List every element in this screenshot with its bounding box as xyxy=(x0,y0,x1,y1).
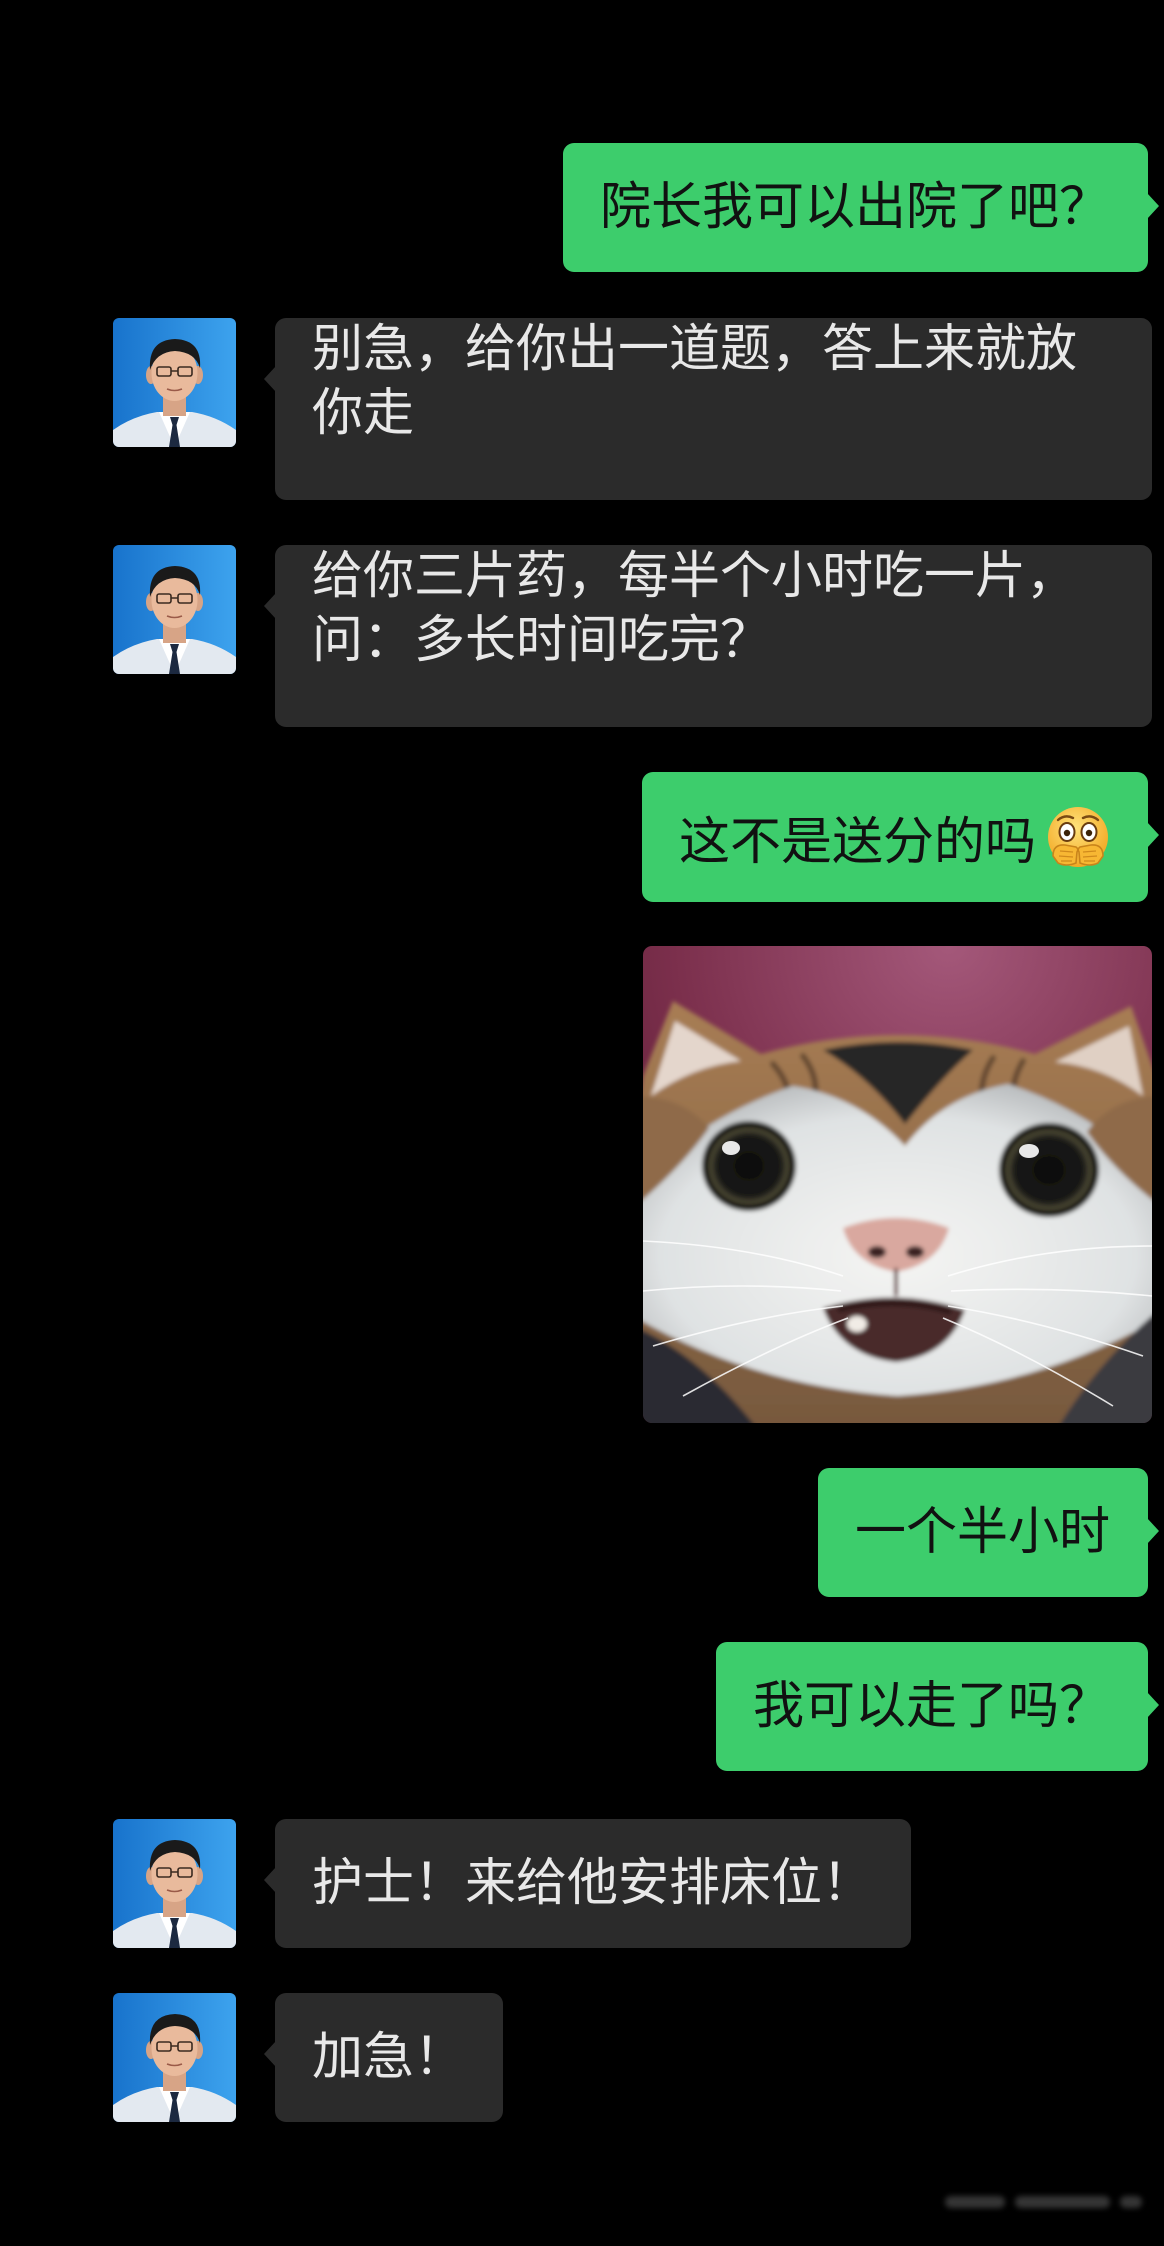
message-text-line: 问：多长时间吃完？ xyxy=(312,611,772,670)
watermark-mark xyxy=(945,2196,1005,2208)
contact-avatar[interactable] xyxy=(113,1819,236,1948)
contact-avatar-icon xyxy=(113,318,236,447)
watermark-mark xyxy=(1015,2196,1110,2208)
message-text-line: 你走 xyxy=(312,384,415,443)
watermark xyxy=(945,2188,1145,2216)
watermark-mark xyxy=(1120,2196,1142,2208)
incoming-message-bubble[interactable]: 别急，给你出一道题，答上来就放 你走 xyxy=(264,318,1152,500)
message-text: 这不是送分的吗 xyxy=(678,813,1036,872)
outgoing-message-bubble[interactable]: 一个半小时 xyxy=(817,1468,1160,1597)
contact-avatar[interactable] xyxy=(113,545,236,674)
incoming-message-bubble[interactable]: 护士！来给他安排床位！ xyxy=(263,1819,912,1948)
contact-avatar[interactable] xyxy=(113,1993,236,2122)
outgoing-message-bubble[interactable]: 我可以走了吗？ xyxy=(715,1642,1160,1771)
incoming-message-bubble[interactable]: 加急！ xyxy=(263,1993,504,2122)
outgoing-message-bubble[interactable]: 这不是送分的吗 xyxy=(641,772,1160,902)
message-text: 护士！来给他安排床位！ xyxy=(312,1854,874,1913)
image-message[interactable] xyxy=(643,946,1152,1423)
message-text: 加急！ xyxy=(312,2028,466,2087)
cat-face-image xyxy=(643,946,1152,1423)
message-text: 一个半小时 xyxy=(854,1503,1110,1562)
contact-avatar-icon xyxy=(113,1993,236,2122)
message-text-line: 别急，给你出一道题，答上来就放 xyxy=(312,320,1078,379)
contact-avatar-icon xyxy=(113,1819,236,1948)
message-text: 院长我可以出院了吧？ xyxy=(599,178,1110,237)
incoming-message-bubble[interactable]: 给你三片药，每半个小时吃一片， 问：多长时间吃完？ xyxy=(264,545,1152,727)
message-text-line: 给你三片药，每半个小时吃一片， xyxy=(312,547,1078,606)
hands-over-mouth-emoji-icon xyxy=(1048,807,1108,867)
contact-avatar[interactable] xyxy=(113,318,236,447)
outgoing-message-bubble[interactable]: 院长我可以出院了吧？ xyxy=(562,143,1160,272)
message-text: 我可以走了吗？ xyxy=(752,1677,1110,1736)
contact-avatar-icon xyxy=(113,545,236,674)
